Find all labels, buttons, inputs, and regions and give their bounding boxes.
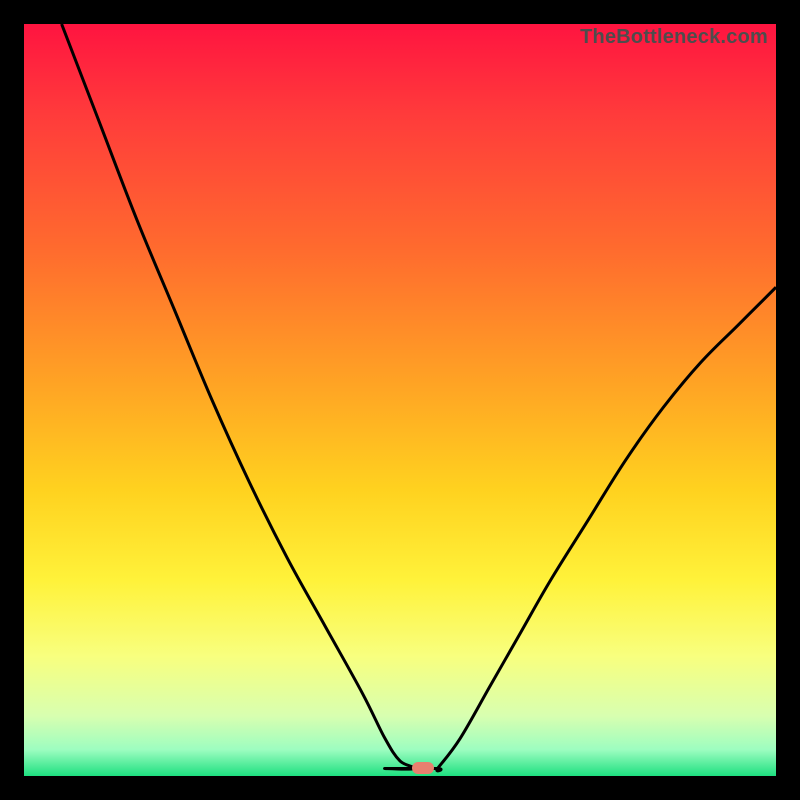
chart-frame: TheBottleneck.com — [0, 0, 800, 800]
minimum-marker — [412, 762, 434, 774]
heat-background — [24, 24, 776, 776]
chart-svg — [24, 24, 776, 776]
watermark-text: TheBottleneck.com — [580, 26, 768, 49]
plot-area: TheBottleneck.com — [24, 24, 776, 776]
